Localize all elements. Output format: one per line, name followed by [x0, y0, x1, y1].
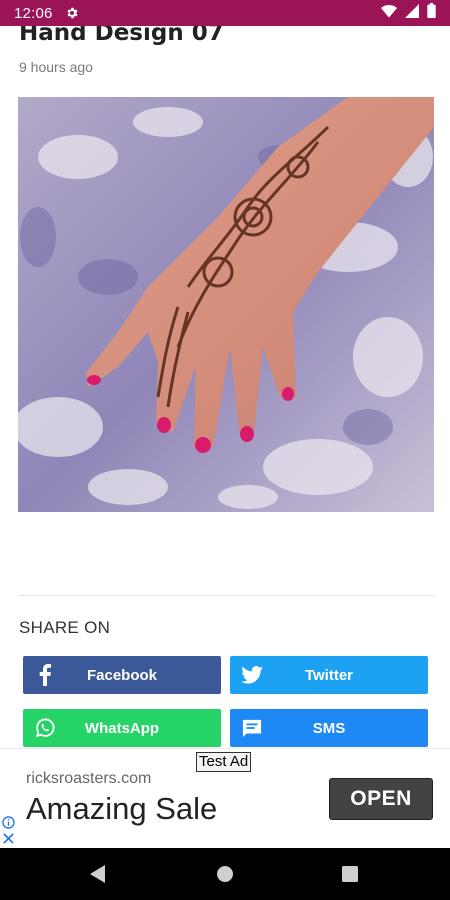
- whatsapp-share-label: WhatsApp: [84, 719, 160, 737]
- whatsapp-icon: [23, 709, 67, 747]
- ad-open-button[interactable]: OPEN: [329, 778, 433, 820]
- divider: [18, 595, 434, 596]
- recents-icon[interactable]: [320, 848, 380, 900]
- facebook-share-label: Facebook: [86, 666, 158, 684]
- status-time: 12:06: [14, 4, 53, 22]
- navigation-bar: [0, 848, 450, 900]
- article-title: Hand Design 07: [19, 26, 224, 46]
- settings-gear-icon: [65, 6, 79, 20]
- ad-headline: Amazing Sale: [26, 791, 218, 826]
- twitter-share-label: Twitter: [304, 666, 354, 684]
- facebook-icon: [23, 656, 67, 694]
- wifi-icon: [381, 4, 397, 23]
- whatsapp-share-button[interactable]: WhatsApp: [23, 709, 221, 747]
- cell-signal-icon: [405, 3, 419, 23]
- henna-hand-photo[interactable]: [18, 97, 434, 512]
- sms-share-label: SMS: [312, 719, 346, 737]
- ad-banner[interactable]: Test Ad ricksroasters.com Amazing Sale O…: [0, 748, 450, 847]
- facebook-share-button[interactable]: Facebook: [23, 656, 221, 694]
- adchoices-info-icon[interactable]: [2, 816, 15, 829]
- ad-close-icon[interactable]: [3, 831, 14, 844]
- sms-share-button[interactable]: SMS: [230, 709, 428, 747]
- battery-icon: [427, 3, 436, 23]
- twitter-share-button[interactable]: Twitter: [230, 656, 428, 694]
- home-icon[interactable]: [195, 848, 255, 900]
- status-bar: 12:06: [0, 0, 450, 26]
- sms-icon: [230, 709, 274, 747]
- share-heading: SHARE ON: [19, 618, 111, 637]
- article-time-ago: 9 hours ago: [19, 59, 93, 75]
- ad-domain: ricksroasters.com: [26, 770, 152, 787]
- article[interactable]: Hand Design 07 9 hours ago SHARE ON Face…: [0, 26, 450, 748]
- test-ad-label: Test Ad: [196, 752, 252, 772]
- back-icon[interactable]: [68, 848, 128, 900]
- twitter-icon: [230, 656, 274, 694]
